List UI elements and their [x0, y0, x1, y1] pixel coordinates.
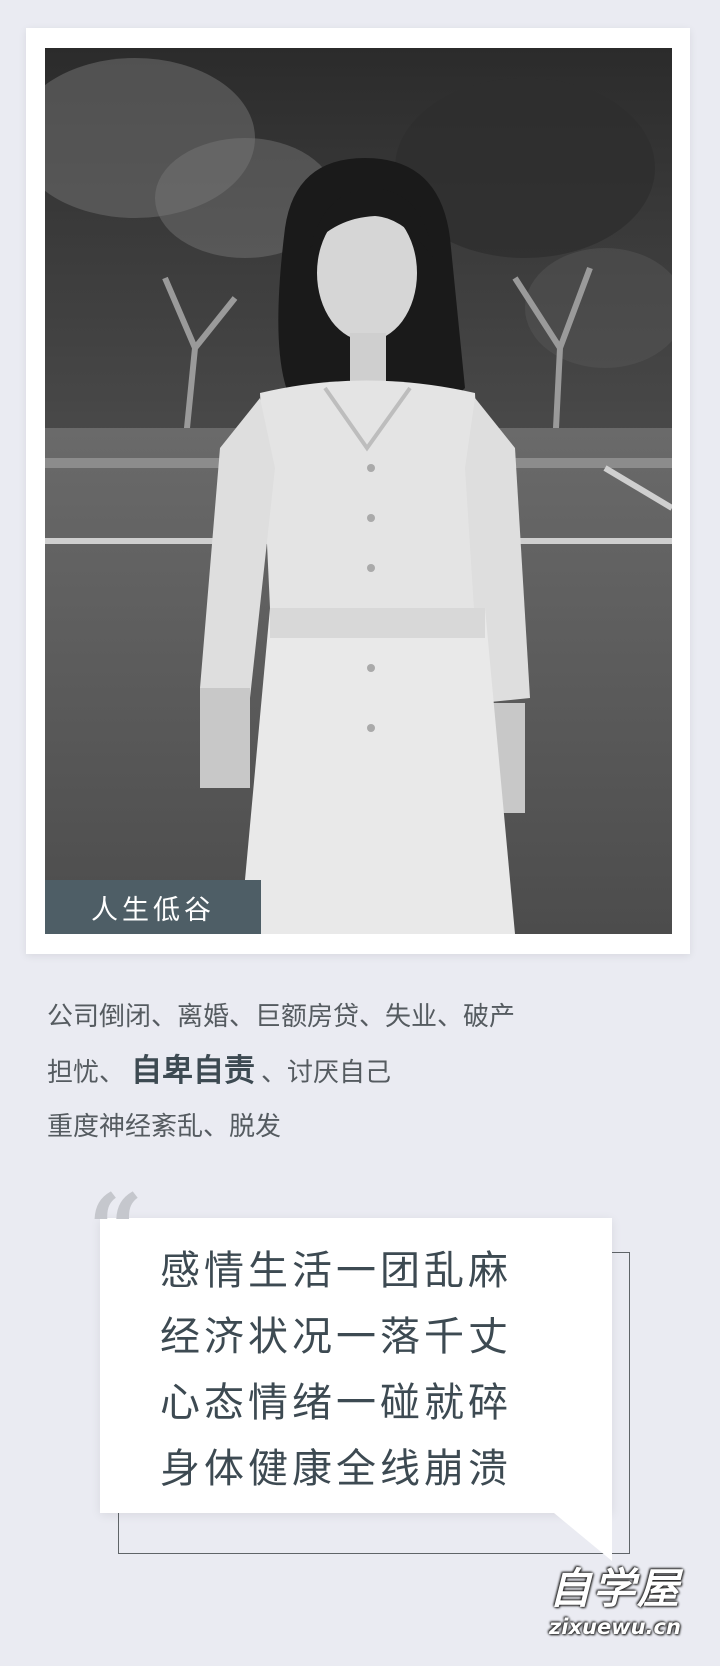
portrait-photo: 人生低谷 — [45, 48, 672, 934]
description-line-2-prefix: 担忧、 — [47, 1058, 126, 1088]
watermark: 自学屋 zixuewu.cn — [530, 1565, 700, 1641]
description-line-2-suffix: 、讨厌自己 — [261, 1058, 392, 1088]
quote-line-4: 身体健康全线崩溃 — [160, 1446, 512, 1492]
photo-illustration — [45, 48, 672, 934]
description-block: 公司倒闭、离婚、巨额房贷、失业、破产 担忧、 自卑自责 、讨厌自己 重度神经紊乱、脱… — [47, 990, 687, 1154]
description-line-3: 重度神经紊乱、脱发 — [47, 1112, 282, 1142]
photo-card: 人生低谷 — [26, 28, 690, 954]
quote-lines: 感情生活一团乱麻 经济状况一落千丈 心态情绪一碰就碎 身体健康全线崩溃 — [160, 1238, 512, 1502]
description-line-2: 担忧、 自卑自责 、讨厌自己 — [47, 1044, 687, 1100]
quote-bubble-tail — [554, 1513, 612, 1561]
watermark-logo: 自学屋 — [548, 1564, 681, 1613]
quote-line-3: 心态情绪一碰就碎 — [160, 1380, 512, 1426]
quote-line-1: 感情生活一团乱麻 — [160, 1248, 512, 1294]
photo-tag: 人生低谷 — [45, 880, 261, 934]
watermark-url: zixuewu.cn — [549, 1615, 681, 1639]
quote-line-2: 经济状况一落千丈 — [160, 1314, 512, 1360]
description-line-1: 公司倒闭、离婚、巨额房贷、失业、破产 — [47, 1002, 516, 1032]
description-emphasis: 自卑自责 — [131, 1053, 256, 1089]
quote-mark-icon: “ — [88, 1173, 144, 1286]
